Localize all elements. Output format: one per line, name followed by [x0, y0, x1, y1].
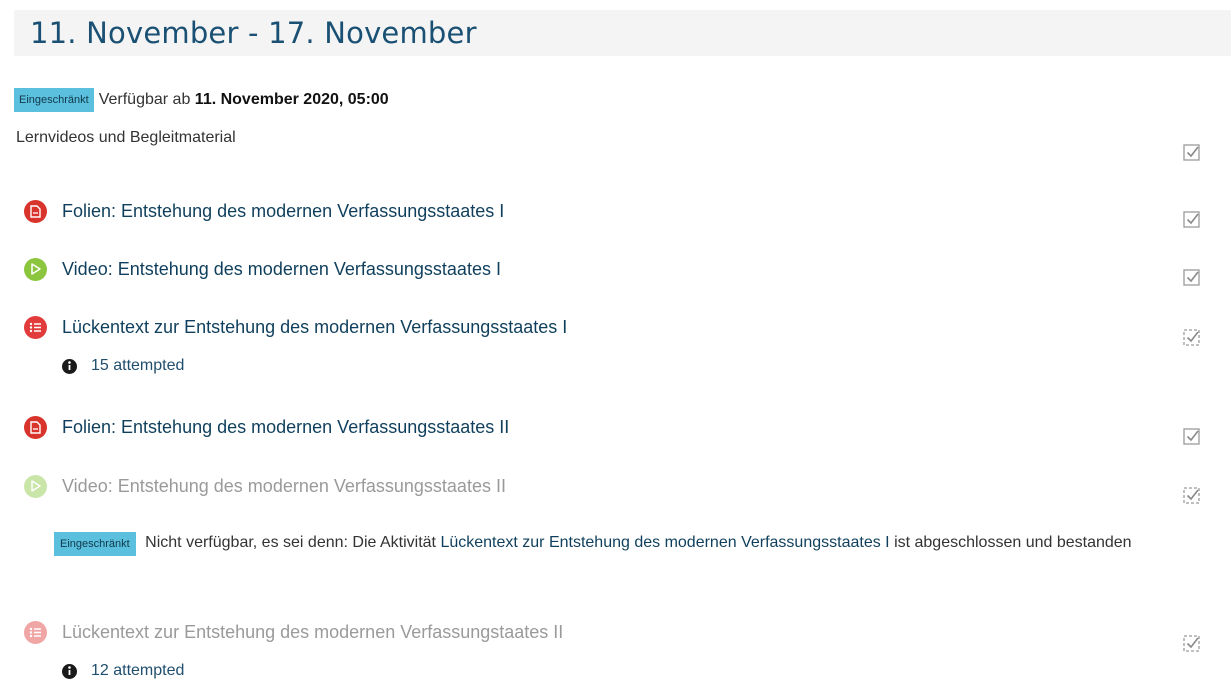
video-play-icon — [24, 474, 47, 498]
pdf-icon — [24, 415, 47, 439]
activity-link[interactable]: Lückentext zur Entstehung des modernen V… — [62, 622, 563, 643]
activity-link[interactable]: Folien: Entstehung des modernen Verfassu… — [62, 417, 509, 438]
quiz-list-icon — [24, 620, 47, 644]
section-summary: Lernvideos und Begleitmaterial — [16, 129, 236, 146]
activity-link[interactable]: Lückentext zur Entstehung des modernen V… — [62, 317, 567, 338]
completion-checkbox-icon[interactable] — [1183, 268, 1201, 286]
activity-link[interactable]: Video: Entstehung des modernen Verfassun… — [62, 259, 501, 280]
attempts-info[interactable]: 12 attempted — [62, 662, 184, 680]
availability-text-end: ist abgeschlossen und bestanden — [894, 534, 1132, 551]
completion-checkbox-icon[interactable] — [1183, 427, 1201, 445]
section-header: 11. November - 17. November — [14, 10, 1231, 56]
info-icon — [62, 663, 77, 679]
video-play-icon — [24, 257, 47, 281]
activity-row: Lückentext zur Entstehung des modernen V… — [24, 617, 563, 647]
completion-checkbox-icon[interactable] — [1183, 143, 1201, 161]
section-restriction: Eingeschränkt Verfügbar ab 11. November … — [14, 88, 389, 112]
attempted-count[interactable]: 12 attempted — [91, 662, 184, 680]
activity-row: Folien: Entstehung des modernen Verfassu… — [24, 196, 504, 226]
completion-auto-checkbox-icon — [1183, 329, 1200, 346]
restriction-text: Verfügbar ab 11. November 2020, 05:00 — [99, 91, 389, 109]
completion-checkbox-icon[interactable] — [1183, 210, 1201, 228]
activity-name-unavailable: Video: Entstehung des modernen Verfassun… — [62, 475, 506, 496]
attempted-count[interactable]: 15 attempted — [91, 357, 184, 375]
restricted-badge: Eingeschränkt — [54, 532, 136, 556]
availability-info: Eingeschränkt Nicht verfügbar, es sei de… — [54, 526, 1194, 560]
restriction-date: 11. November 2020, 05:00 — [194, 91, 389, 108]
completion-auto-checkbox-icon — [1183, 487, 1200, 504]
pdf-icon — [24, 199, 47, 223]
activity-row: Video: Entstehung des modernen Verfassun… — [24, 254, 501, 284]
section-title: 11. November - 17. November — [30, 16, 477, 50]
activity-link[interactable]: Folien: Entstehung des modernen Verfassu… — [62, 201, 504, 222]
quiz-list-icon — [24, 315, 47, 339]
completion-auto-checkbox-icon — [1183, 635, 1200, 652]
availability-text: Nicht verfügbar, es sei denn: Die Aktivi… — [145, 534, 436, 551]
restricted-badge: Eingeschränkt — [14, 88, 94, 112]
restriction-label: Verfügbar ab — [98, 91, 191, 108]
activity-row: Video: Entstehung des modernen Verfassun… — [24, 471, 506, 501]
availability-link[interactable]: Lückentext zur Entstehung des modernen V… — [440, 534, 889, 551]
activity-row: Lückentext zur Entstehung des modernen V… — [24, 312, 567, 342]
activity-row: Folien: Entstehung des modernen Verfassu… — [24, 412, 509, 442]
info-icon — [62, 358, 77, 374]
attempts-info[interactable]: 15 attempted — [62, 357, 184, 375]
